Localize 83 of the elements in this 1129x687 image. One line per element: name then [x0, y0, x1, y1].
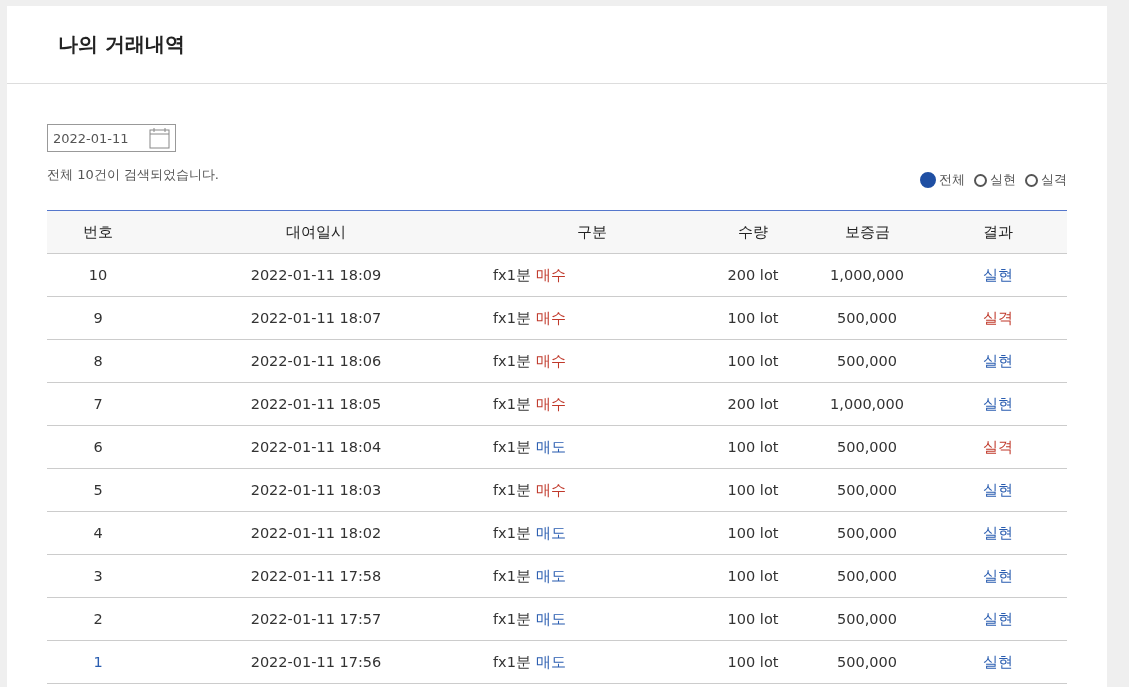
product-label: fx1분 [493, 438, 531, 455]
table-cell: 3 [47, 554, 149, 598]
table-cell: 100 lot [700, 425, 806, 469]
table-cell: 500,000 [806, 339, 928, 383]
filter-radio[interactable]: 전체 [920, 171, 965, 189]
table-cell: 500,000 [806, 554, 928, 598]
result-label: 실격 [982, 309, 1013, 326]
result-label: 실격 [982, 438, 1013, 455]
table-cell: 200 lot [700, 253, 806, 297]
table-cell: 500,000 [806, 511, 928, 555]
trade-side-label: 매수 [535, 481, 566, 498]
table-cell: 9 [47, 296, 149, 340]
table-cell: 5 [47, 468, 149, 512]
table-cell: 6 [47, 425, 149, 469]
product-label: fx1분 [493, 395, 531, 412]
table-cell: 10 [47, 253, 149, 297]
result-label: 실현 [982, 481, 1013, 498]
trade-side-label: 매수 [535, 395, 566, 412]
trade-side-label: 매도 [535, 567, 566, 584]
table-cell: 500,000 [806, 296, 928, 340]
table-cell: 2022-01-11 17:56 [149, 640, 483, 684]
table-cell: 1,000,000 [806, 253, 928, 297]
trade-side-label: 매도 [535, 610, 566, 627]
trade-side-label: 매수 [535, 266, 566, 283]
table-cell: 4 [47, 511, 149, 555]
table-cell: 2 [47, 597, 149, 641]
table-cell: 2022-01-11 18:05 [149, 382, 483, 426]
result-label: 실현 [982, 653, 1013, 670]
column-header: 구분 [483, 210, 700, 254]
table-cell: 2022-01-11 18:06 [149, 339, 483, 383]
column-header: 보증금 [806, 210, 928, 254]
table-cell: 8 [47, 339, 149, 383]
date-field[interactable]: 2022-01-11 [47, 124, 176, 152]
product-label: fx1분 [493, 481, 531, 498]
table-cell: 2022-01-11 18:03 [149, 468, 483, 512]
table-cell: 1,000,000 [806, 382, 928, 426]
column-header: 대여일시 [149, 210, 483, 254]
table-cell: 7 [47, 382, 149, 426]
trade-side-label: 매도 [535, 653, 566, 670]
table-cell: 100 lot [700, 640, 806, 684]
table-cell: 500,000 [806, 468, 928, 512]
result-label: 실현 [982, 395, 1013, 412]
table-cell: 100 lot [700, 511, 806, 555]
result-label: 실현 [982, 524, 1013, 541]
table-cell: 200 lot [700, 382, 806, 426]
result-count: 전체 10건이 검색되었습니다. [47, 166, 219, 184]
table-cell: 2022-01-11 17:58 [149, 554, 483, 598]
result-label: 실현 [982, 352, 1013, 369]
table-cell: 500,000 [806, 597, 928, 641]
product-label: fx1분 [493, 567, 531, 584]
calendar-icon [149, 127, 171, 149]
product-label: fx1분 [493, 653, 531, 670]
table-cell: 2022-01-11 18:09 [149, 253, 483, 297]
trade-side-label: 매수 [535, 309, 566, 326]
trade-side-label: 매도 [535, 438, 566, 455]
column-header: 결과 [928, 210, 1067, 254]
column-header: 수량 [700, 210, 806, 254]
table-cell: 100 lot [700, 296, 806, 340]
table-cell: 500,000 [806, 640, 928, 684]
product-label: fx1분 [493, 352, 531, 369]
result-label: 실현 [982, 567, 1013, 584]
table-cell: 100 lot [700, 468, 806, 512]
filter-radio[interactable]: 실현 [974, 171, 1016, 189]
column-header: 번호 [47, 210, 149, 254]
result-label: 실현 [982, 610, 1013, 627]
page-title: 나의 거래내역 [58, 31, 185, 58]
table-cell: 100 lot [700, 597, 806, 641]
table-cell: 2022-01-11 18:04 [149, 425, 483, 469]
product-label: fx1분 [493, 309, 531, 326]
trade-side-label: 매수 [535, 352, 566, 369]
table-cell: 1 [47, 640, 149, 684]
table-cell: 2022-01-11 18:07 [149, 296, 483, 340]
table-cell: 2022-01-11 17:57 [149, 597, 483, 641]
table-cell: 100 lot [700, 554, 806, 598]
trade-side-label: 매도 [535, 524, 566, 541]
result-label: 실현 [982, 266, 1013, 283]
product-label: fx1분 [493, 524, 531, 541]
product-label: fx1분 [493, 266, 531, 283]
filter-radio[interactable]: 실격 [1025, 171, 1067, 189]
table-cell: 2022-01-11 18:02 [149, 511, 483, 555]
table-cell: 500,000 [806, 425, 928, 469]
table-cell: 100 lot [700, 339, 806, 383]
product-label: fx1분 [493, 610, 531, 627]
